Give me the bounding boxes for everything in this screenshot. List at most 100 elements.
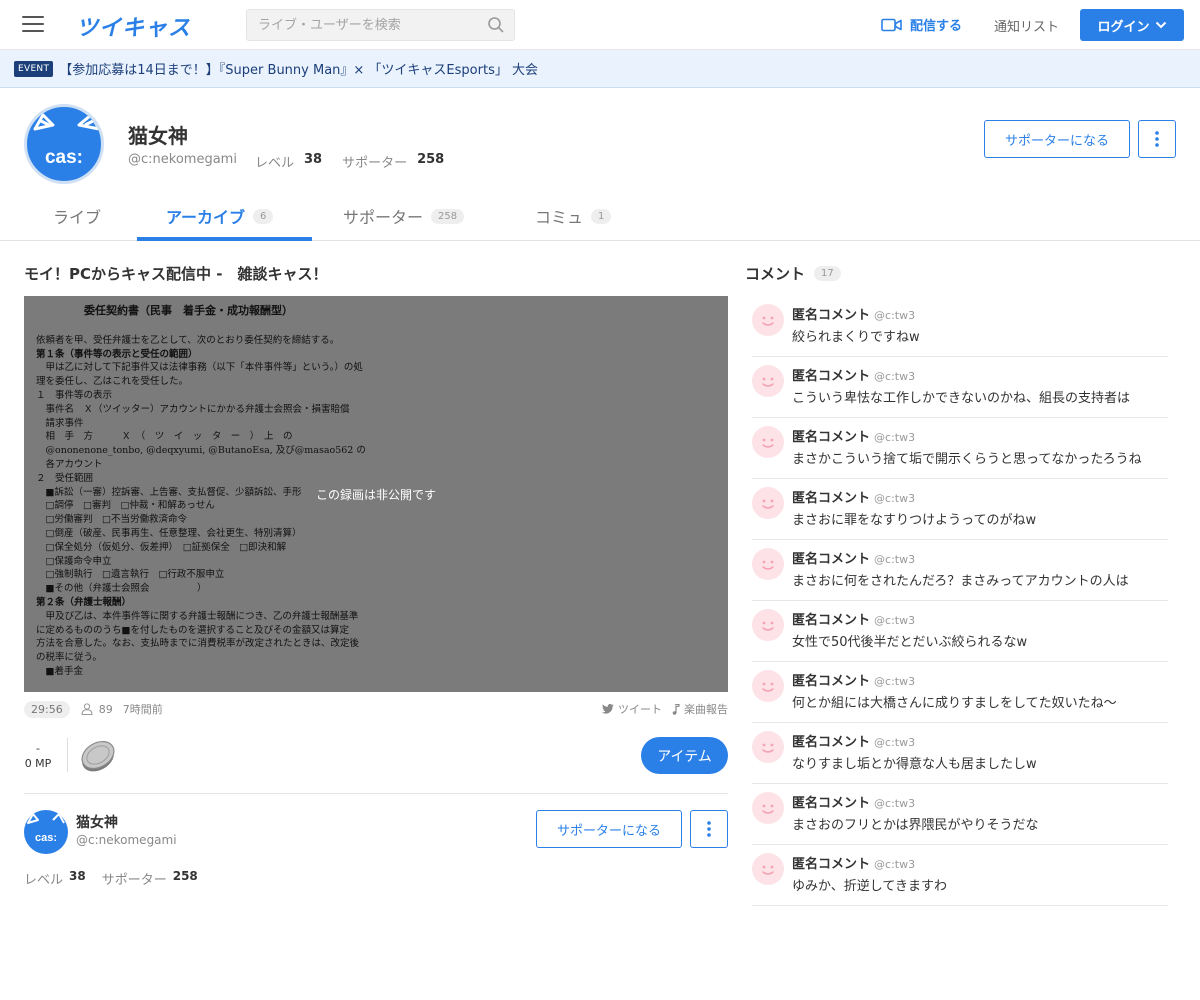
- kebab-menu-icon: [707, 821, 711, 837]
- chevron-down-icon: [1155, 21, 1166, 29]
- private-recording-message: この録画は非公開です: [315, 488, 436, 502]
- document-line: の税率に従う。: [36, 652, 102, 664]
- comment-text: まさかこういう捨て垢で開示くらうと思ってなかったろうね: [792, 452, 1142, 467]
- tab-count: 1: [591, 208, 612, 224]
- event-link[interactable]: 【参加応募は14日まで！】『Super Bunny Man』× 「ツイキャスEs…: [59, 59, 538, 78]
- more-options-button[interactable]: [1138, 120, 1176, 158]
- document-line: □倒産（破産、民事再生、任意整理、会社更生、特別清算）: [36, 527, 302, 539]
- tweet-link[interactable]: ツイート: [602, 701, 662, 717]
- smiley-avatar-icon[interactable]: [752, 853, 784, 885]
- comment-author-id: @c:tw3: [874, 492, 916, 505]
- comment-author[interactable]: 匿名コメント: [792, 365, 870, 384]
- person-icon: [81, 703, 93, 715]
- avatar-text: cas:: [34, 832, 58, 844]
- document-line: 請求事件: [36, 417, 84, 429]
- smiley-avatar-icon[interactable]: [752, 304, 784, 336]
- coin-item-icon[interactable]: [78, 736, 118, 778]
- music-report-link[interactable]: 楽曲報告: [672, 701, 728, 717]
- movie-title: モイ！PCからキャス配信中 - 雑談キャス！: [24, 265, 328, 283]
- tab-community[interactable]: コミュ 1: [535, 192, 612, 240]
- viewer-count: 89: [81, 703, 113, 716]
- comment-author-id: @c:tw3: [874, 309, 916, 322]
- document-line: ■その他（弁護士会照会 ）: [36, 583, 207, 595]
- video-camera-icon: [881, 18, 902, 31]
- viewer-count-value: 89: [98, 702, 113, 716]
- mp-counter: - 0 MP: [24, 741, 52, 771]
- comment-author-id: @c:tw3: [874, 797, 916, 810]
- comment-author[interactable]: 匿名コメント: [792, 487, 870, 506]
- comment-list[interactable]: 匿名コメント @c:tw3 絞られまくりですねw 匿名コメント @c:tw3 こうい…: [752, 296, 1168, 909]
- comments-title: コメント: [745, 265, 806, 283]
- item-button[interactable]: アイテム: [641, 737, 728, 774]
- comment-author[interactable]: 匿名コメント: [792, 731, 870, 750]
- time-ago: 7時間前: [122, 703, 163, 716]
- owner-name[interactable]: 猫女神: [76, 812, 118, 832]
- comments-count: 17: [814, 266, 841, 281]
- smiley-avatar-icon[interactable]: [752, 548, 784, 580]
- supporter-label: サポーター: [342, 156, 408, 171]
- comment-author[interactable]: 匿名コメント: [792, 670, 870, 689]
- document-heading: 委任契約書（民事 着手金・成功報酬型）: [84, 304, 293, 317]
- tab-label: ライブ: [53, 208, 102, 227]
- login-button[interactable]: ログイン: [1080, 9, 1184, 41]
- document-line: □労働審判 □不当労働救済命令: [36, 514, 187, 526]
- comment-item: 匿名コメント @c:tw3 こういう卑怯な工作しかできないのかね、組長の支持者は: [752, 357, 1168, 418]
- comment-author[interactable]: 匿名コメント: [792, 609, 870, 628]
- profile-user-id: @c:nekomegami: [128, 152, 237, 167]
- smiley-avatar-icon[interactable]: [752, 609, 784, 641]
- comment-author-id: @c:tw3: [874, 858, 916, 871]
- search-icon[interactable]: [487, 16, 505, 38]
- tab-count: 6: [253, 208, 274, 224]
- comment-author[interactable]: 匿名コメント: [792, 548, 870, 567]
- share-links: ツイート 楽曲報告: [602, 701, 728, 717]
- smiley-avatar-icon[interactable]: [752, 426, 784, 458]
- smiley-avatar-icon[interactable]: [752, 792, 784, 824]
- owner-more-options-button[interactable]: [690, 810, 728, 848]
- document-line: □保全処分（仮処分、仮差押） □証拠保全 □即決和解: [36, 541, 287, 553]
- level-label: レベル: [254, 156, 294, 171]
- document-line: @ononenone_tonbo, @deqxyumi, @ButanoEsa,…: [36, 445, 366, 457]
- comment-item: 匿名コメント @c:tw3 女性で50代後半だとだいぶ絞られるなw: [752, 601, 1168, 662]
- comment-author-id: @c:tw3: [874, 431, 916, 444]
- tab-live[interactable]: ライブ: [53, 192, 101, 240]
- smiley-avatar-icon[interactable]: [752, 365, 784, 397]
- comment-author[interactable]: 匿名コメント: [792, 304, 870, 323]
- document-line: １ 事件等の表示: [36, 389, 113, 401]
- hamburger-menu-icon[interactable]: [22, 16, 44, 34]
- comment-text: こういう卑怯な工作しかできないのかね、組長の支持者は: [792, 391, 1131, 406]
- movie-stats: 29:56 89 7時間前 ツイート 楽曲報告: [24, 699, 728, 719]
- search-input[interactable]: [247, 10, 472, 40]
- tab-archive[interactable]: アーカイブ 6: [166, 192, 274, 240]
- site-logo[interactable]: ツイキャス: [76, 10, 191, 42]
- comment-author-id: @c:tw3: [874, 370, 916, 383]
- document-line: □保護命令申立: [36, 555, 112, 567]
- comment-author-id: @c:tw3: [874, 675, 916, 688]
- mp-value: -: [36, 742, 40, 755]
- owner-meta: レベル 38 サポーター 258: [24, 869, 214, 888]
- notify-list-link[interactable]: 通知リスト: [994, 16, 1059, 35]
- broadcast-button[interactable]: 配信する: [881, 15, 962, 34]
- comment-author[interactable]: 匿名コメント: [792, 853, 870, 872]
- tab-supporters[interactable]: サポーター 258: [343, 192, 465, 240]
- profile-avatar[interactable]: cas:: [24, 104, 104, 184]
- search-box: [246, 9, 515, 41]
- video-player[interactable]: 委任契約書（民事 着手金・成功報酬型） 依頼者を甲、受任弁護士を乙として、次のと…: [24, 296, 728, 692]
- cat-ears-icon: [33, 113, 101, 131]
- login-label: ログイン: [1097, 19, 1150, 35]
- smiley-avatar-icon[interactable]: [752, 487, 784, 519]
- comment-text: まさおに何をされたんだろ？まさみってアカウントの人は: [792, 574, 1129, 589]
- comment-text: 絞られまくりですねw: [792, 330, 920, 345]
- become-supporter-button[interactable]: サポーターになる: [984, 120, 1130, 158]
- comment-text: まさおに罪をなすりつけようってのがねw: [792, 513, 1037, 528]
- comment-item: 匿名コメント @c:tw3 なりすまし垢とか得意な人も居ましたしw: [752, 723, 1168, 784]
- tab-label: コミュ: [535, 208, 584, 227]
- profile-meta: @c:nekomegami レベル 38 サポーター 258: [128, 152, 464, 171]
- comment-text: まさおのフリとかは界隈民がやりそうだな: [792, 818, 1039, 833]
- owner-avatar[interactable]: cas:: [24, 810, 68, 854]
- comment-item: 匿名コメント @c:tw3 何とか組には大橋さんに成りすましをしてた奴いたね〜: [752, 662, 1168, 723]
- comment-author[interactable]: 匿名コメント: [792, 426, 870, 445]
- smiley-avatar-icon[interactable]: [752, 670, 784, 702]
- smiley-avatar-icon[interactable]: [752, 731, 784, 763]
- comment-author[interactable]: 匿名コメント: [792, 792, 870, 811]
- owner-become-supporter-button[interactable]: サポーターになる: [536, 810, 682, 848]
